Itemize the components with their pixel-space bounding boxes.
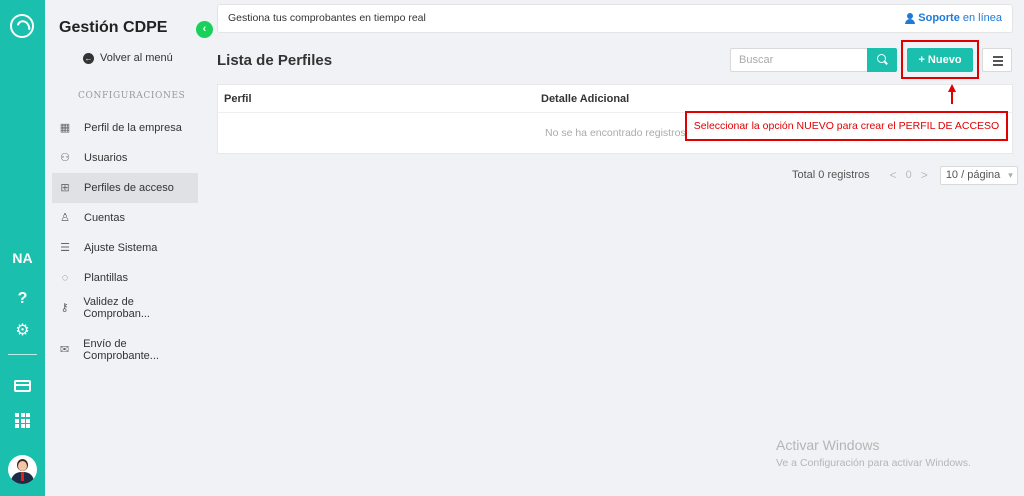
sidebar-item-label: Perfil de la empresa xyxy=(84,122,182,134)
building-icon: ▦ xyxy=(59,122,71,134)
search-button[interactable] xyxy=(867,48,897,72)
help-icon[interactable]: ? xyxy=(0,290,45,308)
page-title: Lista de Perfiles xyxy=(217,52,333,69)
annotation-arrow xyxy=(948,84,956,104)
annotation-callout: Seleccionar la opción NUEVO para crear e… xyxy=(685,111,1008,141)
rail-divider xyxy=(8,354,37,355)
pagination: Total 0 registros < 0 > 10 / página ▾ xyxy=(792,165,1018,185)
watermark-title: Activar Windows xyxy=(776,437,880,453)
sidebar-item-label: Cuentas xyxy=(84,212,125,224)
column-header-detalle[interactable]: Detalle Adicional xyxy=(541,93,629,105)
pagination-prev-button[interactable]: < xyxy=(890,168,897,182)
sidebar-item-cuentas[interactable]: ♙ Cuentas xyxy=(52,203,198,233)
sitemap-icon: ⊞ xyxy=(60,182,70,194)
palette-icon: ◌ xyxy=(61,272,69,284)
sidebar-item-label: Envío de Comprobante... xyxy=(83,338,159,362)
sidebar-item-label: Ajuste Sistema xyxy=(84,242,158,254)
app-logo-icon[interactable] xyxy=(10,14,34,38)
users-icon: ⚇ xyxy=(60,152,70,164)
sliders-icon: ☰ xyxy=(60,242,70,254)
support-user-icon xyxy=(905,12,916,24)
sidebar-item-label: Perfiles de acceso xyxy=(84,182,174,194)
chevron-down-icon: ▾ xyxy=(1008,169,1013,180)
arrow-left-icon: ← xyxy=(83,52,94,64)
sidebar-item-perfil-empresa[interactable]: ▦ Perfil de la empresa xyxy=(52,113,198,143)
card-icon[interactable] xyxy=(14,380,31,392)
column-header-perfil[interactable]: Perfil xyxy=(224,93,252,105)
sidebar: Gestión CDPE ‹ ← Volver al menú CONFIGUR… xyxy=(45,0,213,496)
page-size-value: 10 / página xyxy=(945,169,1001,181)
pagination-total: Total 0 registros xyxy=(792,169,870,181)
back-to-menu-link[interactable]: ← Volver al menú xyxy=(83,52,173,64)
section-label: CONFIGURACIONES xyxy=(78,91,186,101)
empty-message: No se ha encontrado registros xyxy=(545,127,686,139)
back-to-menu-label: Volver al menú xyxy=(100,52,173,64)
sidebar-item-usuarios[interactable]: ⚇ Usuarios xyxy=(52,143,198,173)
user-initials[interactable]: NA xyxy=(0,250,45,266)
mail-icon: ✉ xyxy=(59,344,70,356)
watermark-subtitle: Ve a Configuración para activar Windows. xyxy=(776,457,971,469)
support-bold: Soporte xyxy=(918,12,960,24)
sidebar-item-perfiles-acceso[interactable]: ⊞ Perfiles de acceso xyxy=(52,173,198,203)
collapse-sidebar-button[interactable]: ‹ xyxy=(196,21,213,38)
topbar-text: Gestiona tus comprobantes en tiempo real xyxy=(228,12,426,24)
sidebar-item-ajuste-sistema[interactable]: ☰ Ajuste Sistema xyxy=(52,233,198,263)
new-button[interactable]: + Nuevo xyxy=(907,48,973,72)
search-input[interactable] xyxy=(730,48,867,72)
app-title: Gestión CDPE xyxy=(59,19,168,36)
sidebar-item-label: Validez de Comproban... xyxy=(83,296,150,320)
support-link[interactable]: Soporte en línea xyxy=(905,12,1002,24)
avatar[interactable] xyxy=(8,455,37,484)
sidebar-item-label: Plantillas xyxy=(84,272,129,284)
pagination-current[interactable]: 0 xyxy=(906,169,912,181)
user-icon: ♙ xyxy=(60,212,70,224)
sidebar-item-label: Usuarios xyxy=(84,152,128,164)
page-size-select[interactable]: 10 / página ▾ xyxy=(939,165,1018,185)
pagination-next-button[interactable]: > xyxy=(921,168,928,182)
sidebar-item-envio[interactable]: ✉ Envío de Comprobante... xyxy=(52,335,198,365)
sidebar-item-plantillas[interactable]: ◌ Plantillas xyxy=(52,263,198,293)
table-header: Perfil Detalle Adicional xyxy=(218,85,1012,113)
top-bar: Gestiona tus comprobantes en tiempo real… xyxy=(217,4,1013,33)
apps-grid-icon[interactable] xyxy=(15,413,30,428)
left-rail: NA ? ⚙ xyxy=(0,0,45,496)
sidebar-item-validez[interactable]: ⚷ Validez de Comproban... xyxy=(52,293,198,323)
gear-icon[interactable]: ⚙ xyxy=(0,320,45,340)
support-rest: en línea xyxy=(962,12,1002,24)
key-icon: ⚷ xyxy=(60,302,69,314)
list-menu-button[interactable] xyxy=(982,48,1012,72)
